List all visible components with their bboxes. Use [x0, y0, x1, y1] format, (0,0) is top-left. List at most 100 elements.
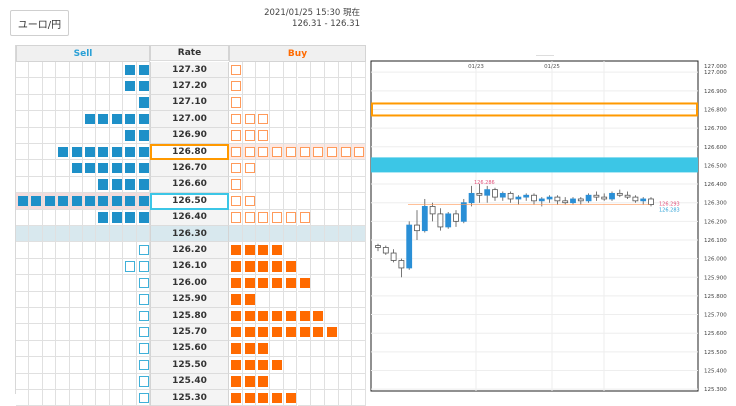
rate-cell[interactable]: 125.60: [150, 340, 229, 358]
rate-cell[interactable]: 126.50: [150, 193, 229, 210]
rate-cell[interactable]: 127.20: [150, 78, 229, 95]
sell-cells[interactable]: [16, 78, 150, 95]
currency-pair-button[interactable]: ユーロ/円: [10, 10, 69, 36]
buy-cells[interactable]: [229, 291, 366, 308]
rate-cell[interactable]: 126.90: [150, 127, 229, 144]
sell-cells[interactable]: [16, 308, 150, 325]
board-row[interactable]: 125.80: [16, 308, 366, 325]
rate-cell[interactable]: 126.10: [150, 258, 229, 276]
rate-cell[interactable]: 127.00: [150, 111, 229, 128]
board-row[interactable]: 127.00: [16, 111, 366, 128]
board-row[interactable]: 126.00: [16, 275, 366, 292]
sell-cells[interactable]: [16, 127, 150, 144]
rate-cell[interactable]: 126.40: [150, 209, 229, 226]
buy-cell: [229, 209, 243, 226]
rate-cell[interactable]: 125.80: [150, 308, 229, 325]
buy-cells[interactable]: [229, 193, 366, 210]
buy-cell: [338, 160, 353, 177]
sell-cells[interactable]: [16, 324, 150, 341]
rate-cell[interactable]: 125.50: [150, 357, 229, 374]
buy-cells[interactable]: [229, 209, 366, 226]
sell-cells[interactable]: [16, 209, 150, 226]
board-row[interactable]: 127.20: [16, 78, 366, 95]
board-row[interactable]: 126.30: [16, 226, 366, 243]
buy-cells[interactable]: [229, 258, 366, 276]
buy-cells[interactable]: [229, 127, 366, 144]
board-row[interactable]: 126.10: [16, 258, 366, 276]
rate-cell[interactable]: 126.60: [150, 176, 229, 194]
board-row[interactable]: 127.10: [16, 94, 366, 112]
sell-cell: [96, 291, 110, 308]
rate-cell[interactable]: 126.00: [150, 275, 229, 292]
rate-cell[interactable]: 126.30: [150, 226, 229, 243]
buy-order-block: [313, 310, 324, 321]
bid-ask: 126.31 - 126.31: [292, 19, 360, 29]
buy-cells[interactable]: [229, 324, 366, 341]
sell-cell: [123, 62, 137, 79]
buy-cells[interactable]: [229, 144, 366, 161]
board-row[interactable]: 125.50: [16, 357, 366, 374]
sell-cells[interactable]: [16, 144, 150, 161]
rate-cell[interactable]: 125.90: [150, 291, 229, 308]
buy-cells[interactable]: [229, 373, 366, 390]
board-row[interactable]: 126.60: [16, 176, 366, 194]
sell-cells[interactable]: [16, 275, 150, 292]
buy-cells[interactable]: [229, 160, 366, 177]
rate-cell[interactable]: 126.70: [150, 160, 229, 177]
buy-cell: [229, 144, 243, 161]
rate-cell[interactable]: 126.20: [150, 242, 229, 259]
buy-cells[interactable]: [229, 62, 366, 79]
sell-cells[interactable]: [16, 291, 150, 308]
sell-cells[interactable]: [16, 373, 150, 390]
board-row[interactable]: 125.40: [16, 373, 366, 390]
buy-cells[interactable]: [229, 357, 366, 374]
board-row[interactable]: 125.60: [16, 340, 366, 358]
sell-cells[interactable]: [16, 242, 150, 259]
board-row[interactable]: 125.70: [16, 324, 366, 341]
board-row[interactable]: 126.40: [16, 209, 366, 226]
sell-cells[interactable]: [16, 226, 150, 243]
buy-cells[interactable]: [229, 340, 366, 358]
buy-order-block: [258, 130, 269, 141]
sell-cells[interactable]: [16, 176, 150, 194]
sell-cells[interactable]: [16, 94, 150, 112]
sell-cell: [56, 111, 70, 128]
buy-cell: [229, 373, 243, 390]
rate-cell[interactable]: 125.70: [150, 324, 229, 341]
board-row[interactable]: 126.70: [16, 160, 366, 177]
buy-cells[interactable]: [229, 308, 366, 325]
sell-cells[interactable]: [16, 111, 150, 128]
buy-cells[interactable]: [229, 78, 366, 95]
board-row[interactable]: 126.20: [16, 242, 366, 259]
sell-cells[interactable]: [16, 62, 150, 79]
sell-cells[interactable]: [16, 340, 150, 358]
buy-cells[interactable]: [229, 226, 366, 243]
board-row[interactable]: 126.50: [16, 193, 366, 210]
rate-cell[interactable]: 127.30: [150, 62, 229, 79]
sell-order-block: [125, 195, 136, 207]
buy-cell: [352, 308, 366, 325]
rate-cell[interactable]: 126.80: [150, 144, 229, 161]
board-row[interactable]: 126.80: [16, 144, 366, 161]
buy-cells[interactable]: [229, 242, 366, 259]
buy-cell: [352, 193, 366, 210]
buy-cells[interactable]: [229, 94, 366, 112]
rate-cell[interactable]: 125.40: [150, 373, 229, 390]
board-row[interactable]: 126.90: [16, 127, 366, 144]
buy-cells[interactable]: [229, 275, 366, 292]
sell-cells[interactable]: [16, 160, 150, 177]
buy-cells[interactable]: [229, 111, 366, 128]
sell-cell: [56, 340, 70, 358]
buy-cells[interactable]: [229, 176, 366, 194]
board-row[interactable]: 127.30: [16, 62, 366, 79]
sell-order-block: [138, 146, 149, 157]
buy-cell: [338, 193, 353, 210]
rate-cell[interactable]: 127.10: [150, 94, 229, 112]
board-row[interactable]: 125.90: [16, 291, 366, 308]
sell-cells[interactable]: [16, 357, 150, 374]
sell-cells[interactable]: [16, 193, 150, 210]
buy-cell: [338, 258, 353, 276]
sell-cells[interactable]: [16, 258, 150, 276]
sell-cell: [16, 209, 30, 226]
buy-cell: [324, 242, 339, 259]
